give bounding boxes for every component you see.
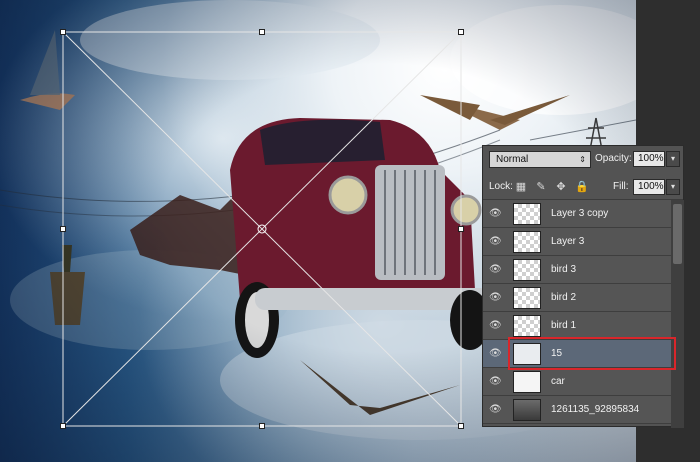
layers-scrollbar[interactable] <box>671 200 684 428</box>
blend-mode-select[interactable]: Normal ⇕ <box>489 151 591 168</box>
transform-handle-bottom-left[interactable] <box>60 423 66 429</box>
eye-icon[interactable]: 👁 <box>489 237 502 247</box>
chevron-down-icon: ▾ <box>670 154 675 163</box>
layer-row[interactable]: 👁 1261135_92895834 <box>483 396 671 424</box>
layer-row[interactable]: 👁 bird 2 <box>483 284 671 312</box>
transform-handle-top[interactable] <box>259 29 265 35</box>
transform-handle-top-left[interactable] <box>60 29 66 35</box>
layer-name: bird 3 <box>551 264 577 275</box>
eye-icon[interactable]: 👁 <box>489 349 502 359</box>
layer-thumbnail <box>513 203 541 225</box>
eye-icon[interactable]: 👁 <box>489 209 502 219</box>
layer-thumbnail <box>513 231 541 253</box>
fill-value: 100% <box>638 181 664 192</box>
highlight-outline <box>508 337 676 370</box>
transform-handle-bottom[interactable] <box>259 423 265 429</box>
layer-thumbnail <box>513 399 541 421</box>
eye-icon[interactable]: 👁 <box>489 377 502 387</box>
blend-mode-value: Normal <box>496 154 529 165</box>
layer-thumbnail <box>513 315 541 337</box>
transform-handle-top-right[interactable] <box>458 29 464 35</box>
layer-name: bird 2 <box>551 292 577 303</box>
chevron-down-icon: ▾ <box>670 182 675 191</box>
lock-label: Lock: <box>489 181 513 192</box>
layer-name: 1261135_92895834 <box>551 404 640 415</box>
eye-icon[interactable]: 👁 <box>489 405 502 415</box>
scrollbar-thumb[interactable] <box>673 204 682 264</box>
layer-thumbnail <box>513 287 541 309</box>
layer-name: bird 1 <box>551 320 577 331</box>
layer-row[interactable]: 👁 bird 3 <box>483 256 671 284</box>
eye-icon[interactable]: 👁 <box>489 293 502 303</box>
eye-icon[interactable]: 👁 <box>489 265 502 275</box>
opacity-value: 100% <box>638 153 664 164</box>
lock-all-icon[interactable]: 🔒 <box>575 181 589 193</box>
layer-thumbnail <box>513 259 541 281</box>
opacity-label: Opacity: <box>595 153 632 164</box>
photoshop-workspace: Normal ⇕ Opacity: 100% ▾ Lock: ▦ ✎ ✥ 🔒 F… <box>0 0 700 462</box>
lock-move-icon[interactable]: ✥ <box>555 181 567 193</box>
lock-brush-icon[interactable]: ✎ <box>535 181 547 193</box>
layer-row[interactable]: 👁 car <box>483 368 671 396</box>
transform-handle-left[interactable] <box>60 226 66 232</box>
select-arrows-icon: ⇕ <box>579 155 586 164</box>
fill-field[interactable]: 100% <box>633 179 665 195</box>
layers-panel: Normal ⇕ Opacity: 100% ▾ Lock: ▦ ✎ ✥ 🔒 F… <box>482 145 684 428</box>
eye-icon[interactable]: 👁 <box>489 321 502 331</box>
layer-name: car <box>551 376 565 387</box>
layer-row[interactable]: 👁 Layer 3 copy <box>483 200 671 228</box>
layer-name: Layer 3 copy <box>551 208 609 219</box>
layer-row[interactable]: 👁 bird 1 <box>483 312 671 340</box>
layer-row[interactable]: 👁 Layer 3 <box>483 228 671 256</box>
opacity-dropdown[interactable]: ▾ <box>666 151 680 167</box>
transform-handle-right[interactable] <box>458 226 464 232</box>
transform-handle-bottom-right[interactable] <box>458 423 464 429</box>
layers-panel-header: Normal ⇕ Opacity: 100% ▾ Lock: ▦ ✎ ✥ 🔒 F… <box>483 146 683 200</box>
layer-list: 👁 Layer 3 copy 👁 Layer 3 👁 bird 3 👁 bird… <box>483 200 671 428</box>
opacity-field[interactable]: 100% <box>633 151 665 167</box>
fill-dropdown[interactable]: ▾ <box>666 179 680 195</box>
layer-thumbnail <box>513 371 541 393</box>
fill-label: Fill: <box>613 181 629 192</box>
layer-name: Layer 3 <box>551 236 585 247</box>
lock-transparent-icon[interactable]: ▦ <box>515 181 527 193</box>
